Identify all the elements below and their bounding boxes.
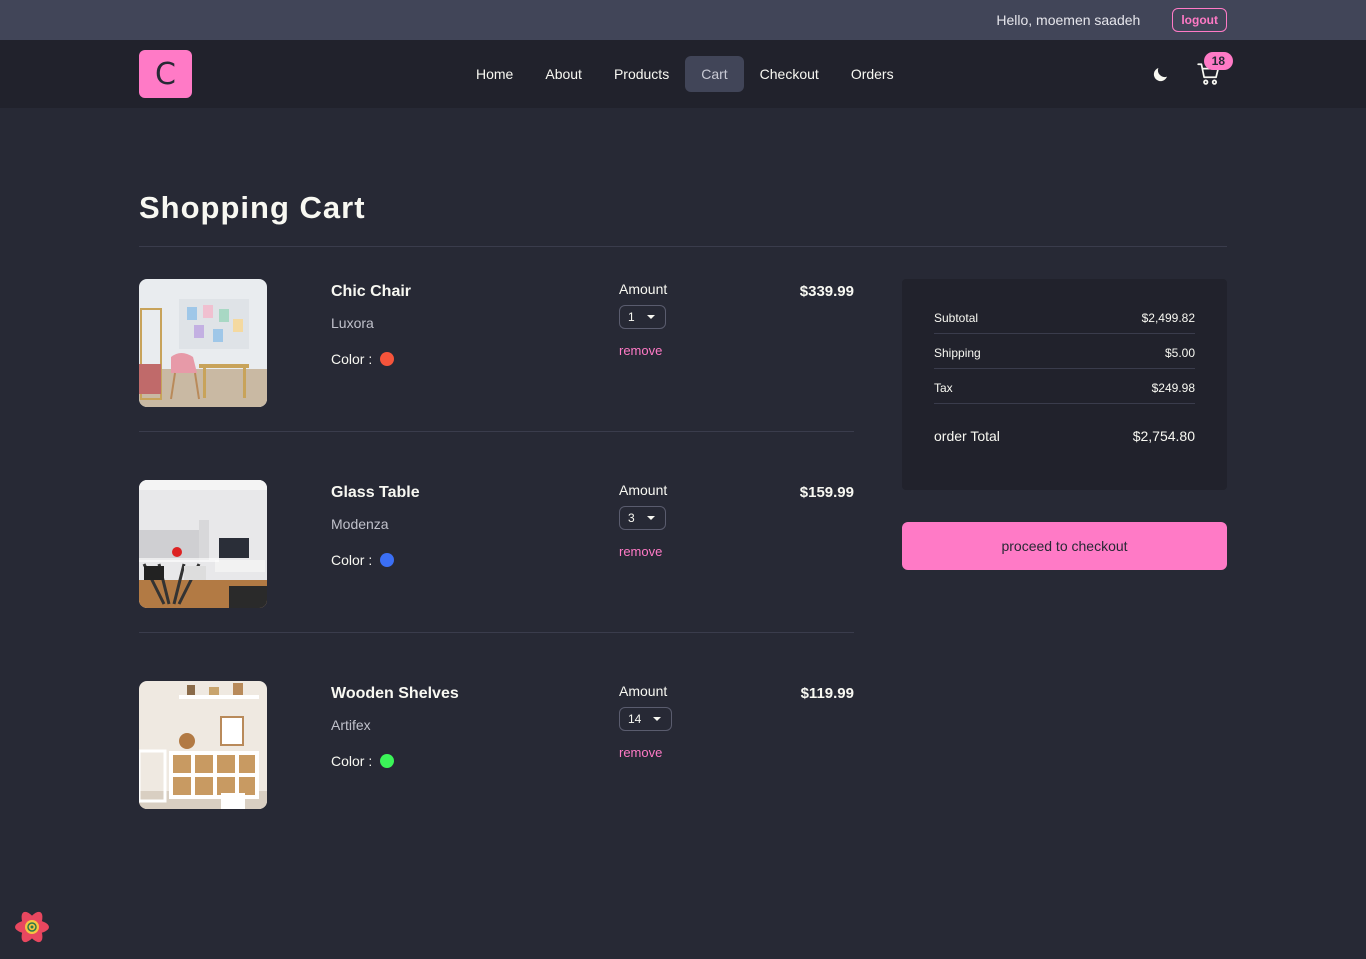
- remove-button[interactable]: remove: [619, 745, 672, 760]
- order-total-row: order Total $2,754.80: [934, 424, 1195, 452]
- chevron-down-icon: [646, 516, 655, 520]
- quantity-select[interactable]: 1: [619, 305, 666, 329]
- cart-button[interactable]: 18: [1191, 52, 1233, 94]
- tax-value: $249.98: [1151, 381, 1195, 395]
- proceed-to-checkout-button[interactable]: proceed to checkout: [902, 522, 1227, 570]
- product-color: Color :: [331, 753, 459, 769]
- product-company: Luxora: [331, 315, 374, 331]
- moon-icon[interactable]: [1149, 62, 1173, 86]
- shipping-label: Shipping: [934, 346, 981, 360]
- cart-item: Glass Table Modenza Color : Amount 3 rem…: [139, 480, 854, 633]
- nav-link-home[interactable]: Home: [460, 56, 529, 92]
- quantity-value: 1: [628, 310, 635, 324]
- quantity-select[interactable]: 14: [619, 707, 673, 731]
- amount-label: Amount: [619, 683, 668, 699]
- quantity-value: 14: [628, 712, 642, 726]
- nav-link-about[interactable]: About: [529, 56, 598, 92]
- cart-items: Chic Chair Luxora Color : Amount 1 remov…: [139, 279, 854, 882]
- remove-button[interactable]: remove: [619, 544, 667, 559]
- nav-link-checkout[interactable]: Checkout: [744, 56, 835, 92]
- nav-link-products[interactable]: Products: [598, 56, 685, 92]
- shipping-value: $5.00: [1164, 346, 1195, 360]
- subtotal-label: Subtotal: [934, 311, 979, 325]
- product-color: Color :: [331, 552, 420, 568]
- navbar: C Home About Products Cart Checkout Orde…: [0, 40, 1366, 108]
- tax-row: Tax $249.98: [934, 377, 1195, 404]
- shipping-row: Shipping $5.00: [934, 342, 1195, 369]
- product-image: [139, 480, 267, 608]
- product-color: Color :: [331, 351, 411, 367]
- amount-label: Amount: [619, 482, 668, 498]
- order-total-value: $2,754.80: [1132, 428, 1195, 444]
- subtotal-value: $2,499.82: [1141, 311, 1195, 325]
- cart-item: Wooden Shelves Artifex Color : Amount 14…: [139, 681, 854, 834]
- order-total-label: order Total: [934, 428, 1000, 444]
- order-summary: Subtotal $2,499.82 Shipping $5.00 Tax $2…: [902, 279, 1227, 490]
- color-swatch: [380, 754, 395, 768]
- chevron-down-icon: [653, 717, 662, 721]
- logout-button[interactable]: logout: [1172, 8, 1227, 32]
- nav-link-orders[interactable]: Orders: [835, 56, 910, 92]
- react-devtools-icon[interactable]: [12, 907, 52, 947]
- color-swatch: [380, 553, 395, 567]
- product-name: Wooden Shelves: [331, 685, 459, 702]
- logo[interactable]: C: [139, 50, 192, 98]
- product-image: [139, 681, 267, 809]
- product-image: [139, 279, 267, 407]
- top-bar: Hello, moemen saadeh logout: [0, 0, 1366, 40]
- color-swatch: [380, 352, 395, 366]
- amount-label: Amount: [619, 281, 668, 297]
- quantity-select[interactable]: 3: [619, 506, 666, 530]
- cart-item: Chic Chair Luxora Color : Amount 1 remov…: [139, 279, 854, 432]
- summary-column: Subtotal $2,499.82 Shipping $5.00 Tax $2…: [902, 279, 1227, 882]
- product-price: $159.99: [799, 484, 854, 501]
- product-name: Chic Chair: [331, 283, 412, 300]
- color-label: Color :: [331, 351, 373, 367]
- remove-button[interactable]: remove: [619, 343, 667, 358]
- main-content: Shopping Cart Chic Chair Luxora Color: …: [0, 190, 1366, 882]
- cart-count-badge: 18: [1203, 52, 1233, 70]
- nav-links: Home About Products Cart Checkout Orders: [460, 56, 910, 92]
- subtotal-row: Subtotal $2,499.82: [934, 307, 1195, 334]
- product-company: Modenza: [331, 516, 389, 532]
- product-company: Artifex: [331, 717, 371, 733]
- greeting-text: Hello, moemen saadeh: [996, 12, 1141, 28]
- product-name: Glass Table: [331, 484, 420, 501]
- nav-link-cart[interactable]: Cart: [685, 56, 744, 92]
- color-label: Color :: [331, 552, 373, 568]
- page-title: Shopping Cart: [139, 190, 1227, 247]
- tax-label: Tax: [934, 381, 953, 395]
- quantity-value: 3: [628, 511, 635, 525]
- product-price: $119.99: [800, 685, 854, 702]
- nav-right: 18: [1149, 52, 1233, 94]
- chevron-down-icon: [646, 315, 655, 319]
- color-label: Color :: [331, 753, 373, 769]
- product-price: $339.99: [799, 283, 854, 300]
